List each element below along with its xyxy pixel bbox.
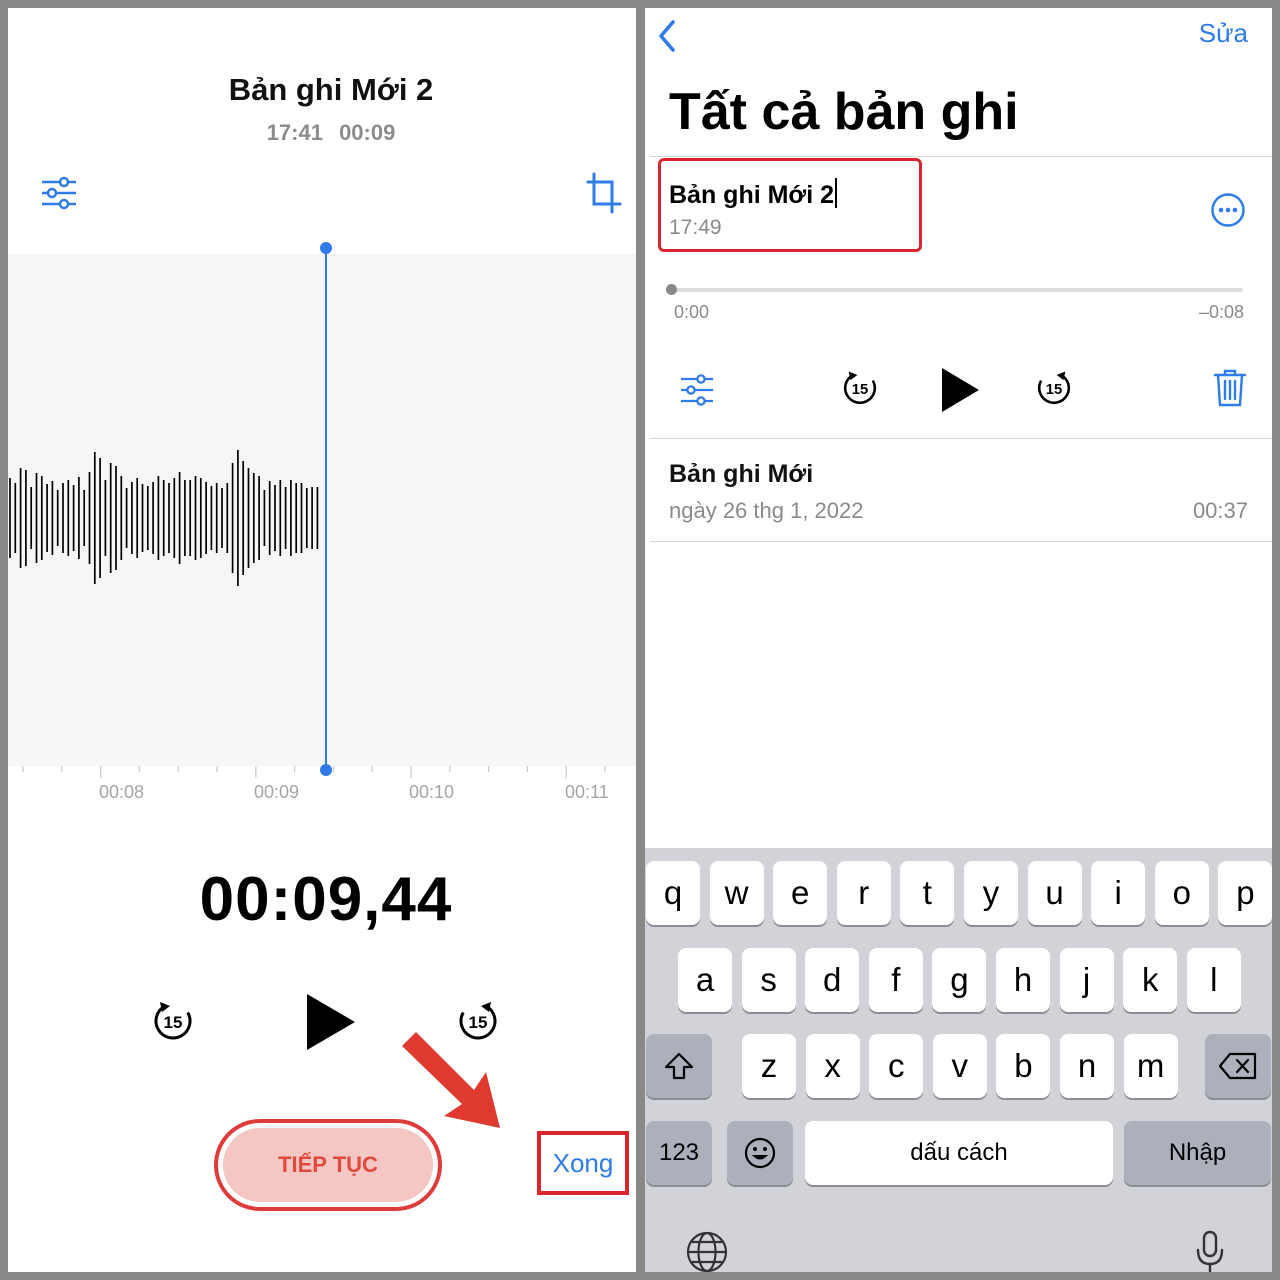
key-l[interactable]: l xyxy=(1186,948,1241,1012)
key-t[interactable]: t xyxy=(900,861,955,925)
recording-date: ngày 26 thg 1, 2022 xyxy=(669,498,864,523)
shift-key[interactable] xyxy=(646,1034,712,1098)
divider xyxy=(650,438,1272,439)
recording-meta: 17:41 00:09 xyxy=(8,120,636,146)
recording-duration: 00:09 xyxy=(339,120,396,145)
recordings-list-panel: Sửa Tất cả bản ghi Bản ghi Mới 2 17:49 0… xyxy=(645,8,1272,1272)
emoji-icon xyxy=(744,1137,776,1169)
key-j[interactable]: j xyxy=(1059,948,1114,1012)
playback-progress-track[interactable] xyxy=(671,288,1243,292)
playback-timer: 00:09,44 xyxy=(199,865,453,934)
playhead[interactable] xyxy=(325,244,327,772)
done-button[interactable]: Xong xyxy=(537,1131,629,1195)
key-d[interactable]: d xyxy=(805,948,860,1012)
timeline-label: 00:09 xyxy=(254,782,300,802)
play-icon[interactable] xyxy=(303,992,357,1052)
skip-forward-15-icon[interactable]: 15 xyxy=(1034,368,1074,408)
timeline-label: 00:10 xyxy=(409,782,455,802)
key-r[interactable]: r xyxy=(836,861,891,925)
key-y[interactable]: y xyxy=(964,861,1018,925)
key-s[interactable]: s xyxy=(741,948,796,1012)
timeline-ticks xyxy=(22,766,606,778)
remaining-time: –0:08 xyxy=(1198,302,1244,322)
back-chevron-icon[interactable] xyxy=(653,16,683,56)
key-k[interactable]: k xyxy=(1123,948,1178,1012)
skip-back-15-icon[interactable]: 15 xyxy=(840,368,880,408)
return-key[interactable]: Nhập xyxy=(1124,1121,1271,1185)
key-x[interactable]: x xyxy=(805,1034,860,1098)
recording-name-text: Bản ghi Mới 2 xyxy=(669,181,835,209)
key-g[interactable]: g xyxy=(932,948,987,1012)
play-icon[interactable] xyxy=(939,366,981,414)
recording-time: 17:41 xyxy=(266,120,323,145)
page-title: Tất cả bản ghi xyxy=(669,83,1019,141)
numbers-key[interactable]: 123 xyxy=(646,1121,712,1185)
recording-name-field[interactable]: Bản ghi Mới 2 xyxy=(669,178,838,210)
microphone-icon[interactable] xyxy=(1195,1230,1225,1272)
recording-time: 17:49 xyxy=(669,216,722,239)
key-p[interactable]: p xyxy=(1218,861,1272,925)
skip-back-label: 15 xyxy=(852,382,868,398)
text-caret xyxy=(835,178,838,208)
space-key[interactable]: dấu cách xyxy=(805,1121,1113,1185)
playback-progress-knob[interactable] xyxy=(666,284,677,295)
key-a[interactable]: a xyxy=(678,948,732,1012)
recording-editor-panel: Bản ghi Mới 2 17:41 00:09 00:08 00:09 00… xyxy=(8,8,636,1272)
continue-recording-button[interactable]: TIẾP TỤC xyxy=(214,1119,442,1211)
key-z[interactable]: z xyxy=(742,1034,796,1098)
skip-forward-label: 15 xyxy=(1046,382,1062,398)
emoji-key[interactable] xyxy=(727,1121,793,1185)
key-c[interactable]: c xyxy=(869,1034,924,1098)
annotation-arrow-icon xyxy=(402,1032,500,1128)
key-h[interactable]: h xyxy=(996,948,1050,1012)
onscreen-keyboard: qwertyuiop asdfghjkl zxcvbnm 123 dấu các… xyxy=(645,848,1272,1272)
timeline-label: 00:08 xyxy=(99,782,145,802)
backspace-key[interactable] xyxy=(1205,1034,1271,1098)
recording-title: Bản ghi Mới 2 xyxy=(228,72,434,107)
playhead-top-handle[interactable] xyxy=(320,242,332,254)
skip-back-15-icon[interactable]: 15 xyxy=(150,998,196,1044)
key-o[interactable]: o xyxy=(1154,861,1209,925)
recording-duration: 00:37 xyxy=(1192,498,1248,523)
key-v[interactable]: v xyxy=(932,1034,987,1098)
options-sliders-icon[interactable] xyxy=(679,374,715,406)
key-m[interactable]: m xyxy=(1123,1034,1178,1098)
shift-icon xyxy=(664,1052,694,1080)
key-i[interactable]: i xyxy=(1091,861,1146,925)
edit-button[interactable]: Sửa xyxy=(1199,18,1248,49)
trim-crop-icon[interactable] xyxy=(586,172,622,216)
trash-icon[interactable] xyxy=(1213,368,1247,408)
globe-icon[interactable] xyxy=(685,1230,729,1272)
waveform xyxy=(9,450,319,586)
recording-name: Bản ghi Mới xyxy=(669,460,814,488)
continue-label: TIẾP TỤC xyxy=(223,1128,433,1202)
key-b[interactable]: b xyxy=(996,1034,1051,1098)
key-f[interactable]: f xyxy=(868,948,923,1012)
timeline-label: 00:11 xyxy=(565,782,609,802)
key-q[interactable]: q xyxy=(646,861,700,925)
done-label: Xong xyxy=(552,1147,614,1178)
elapsed-time: 0:00 xyxy=(674,302,710,322)
divider xyxy=(650,541,1272,542)
key-e[interactable]: e xyxy=(773,861,828,925)
key-w[interactable]: w xyxy=(709,861,764,925)
backspace-icon xyxy=(1218,1052,1257,1080)
skip-back-label: 15 xyxy=(164,1013,183,1032)
divider xyxy=(650,156,1272,157)
more-options-icon[interactable] xyxy=(1210,192,1246,228)
key-n[interactable]: n xyxy=(1060,1034,1114,1098)
key-u[interactable]: u xyxy=(1027,861,1082,925)
options-sliders-icon[interactable] xyxy=(40,176,78,210)
